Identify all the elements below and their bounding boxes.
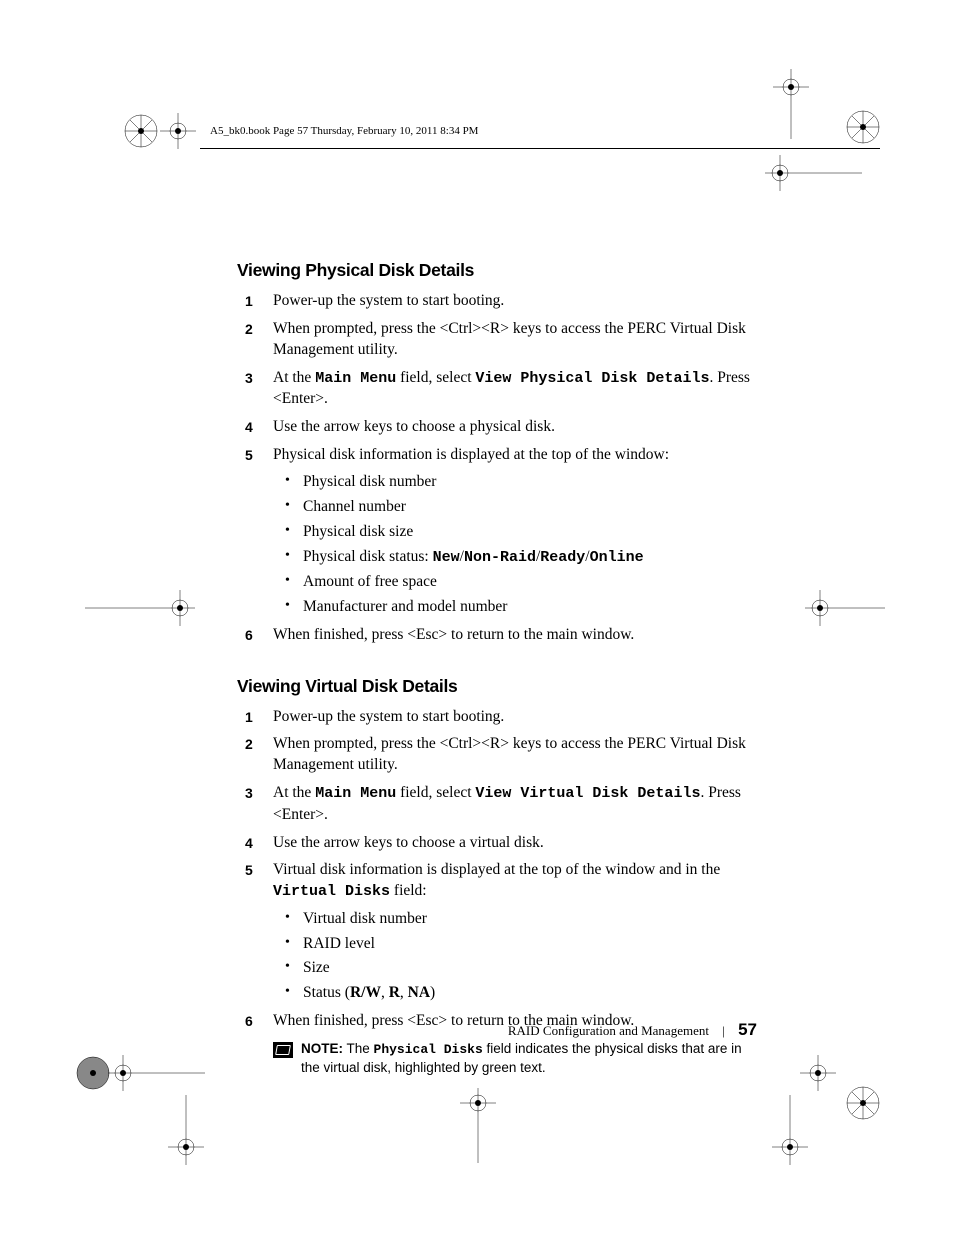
bold-text: NA [408, 984, 430, 1001]
step: Power-up the system to start booting. [267, 291, 757, 312]
text: The [343, 1041, 374, 1056]
sub-item: RAID level [303, 934, 757, 955]
step: At the Main Menu field, select View Phys… [267, 368, 757, 410]
bold-text: R [389, 984, 400, 1001]
sub-item: Physical disk number [303, 472, 757, 493]
mono-text: Non-Raid [464, 549, 536, 566]
text: Physical disk information is displayed a… [273, 446, 669, 463]
mono-text: New [433, 549, 460, 566]
sub-item: Status (R/W, R, NA) [303, 983, 757, 1004]
mono-text: Main Menu [315, 785, 396, 802]
page-content: Viewing Physical Disk Details Power-up t… [237, 260, 757, 1077]
crop-mark-bottom-left-star [75, 1055, 111, 1091]
bold-text: R/W [350, 984, 381, 1001]
step: Virtual disk information is displayed at… [267, 860, 757, 1004]
text: Virtual disk information is displayed at… [273, 861, 720, 878]
step: Use the arrow keys to choose a physical … [267, 417, 757, 438]
text: field, select [396, 369, 475, 386]
crop-mark-mid-right [805, 590, 885, 626]
text: , [400, 984, 408, 1001]
crop-mark-top-right-cross [773, 69, 809, 139]
crop-mark-top-left-star [123, 113, 159, 149]
sub-item: Size [303, 958, 757, 979]
crop-mark-top-left-cross [160, 113, 196, 149]
sub-list: Virtual disk number RAID level Size Stat… [273, 909, 757, 1005]
mono-text: Ready [540, 549, 585, 566]
steps-virtual: Power-up the system to start booting. Wh… [237, 707, 757, 1033]
footer-sep: | [722, 1023, 725, 1038]
step: Use the arrow keys to choose a virtual d… [267, 833, 757, 854]
sub-item: Channel number [303, 497, 757, 518]
page-footer: RAID Configuration and Management | 57 [237, 1020, 757, 1040]
crop-mark-bottom-mid [460, 1088, 496, 1168]
mono-text: View Physical Disk Details [475, 370, 709, 387]
crop-mark-top-right-star [845, 109, 881, 145]
step: Power-up the system to start booting. [267, 707, 757, 728]
step: When finished, press <Esc> to return to … [267, 625, 757, 646]
mono-text: Physical Disks [374, 1042, 483, 1057]
text: field, select [396, 784, 475, 801]
note-text: NOTE: The Physical Disks field indicates… [301, 1040, 757, 1077]
sub-item: Physical disk size [303, 522, 757, 543]
crop-mark-top-right-cross2 [765, 155, 865, 191]
step: Physical disk information is displayed a… [267, 445, 757, 618]
section-title-virtual: Viewing Virtual Disk Details [237, 676, 757, 697]
crop-mark-bottom-right-cross2 [772, 1095, 808, 1165]
sub-item: Physical disk status: New/Non-Raid/Ready… [303, 547, 757, 568]
crop-mark-mid-left [85, 590, 195, 626]
header-rule [200, 148, 880, 149]
note-block: NOTE: The Physical Disks field indicates… [273, 1040, 757, 1077]
crop-mark-bottom-right-cross [800, 1055, 836, 1091]
text: At the [273, 784, 315, 801]
crop-mark-bottom-left-cross [108, 1055, 208, 1091]
note-label: NOTE: [301, 1041, 343, 1056]
book-header: A5_bk0.book Page 57 Thursday, February 1… [210, 125, 478, 137]
sub-list: Physical disk number Channel number Phys… [273, 472, 757, 618]
crop-mark-bottom-left-cross2 [168, 1095, 204, 1165]
footer-text: RAID Configuration and Management [508, 1023, 709, 1038]
text: , [381, 984, 389, 1001]
note-icon [273, 1042, 293, 1058]
crop-mark-bottom-right-star [845, 1085, 881, 1121]
step: When prompted, press the <Ctrl><R> keys … [267, 319, 757, 361]
sub-item: Virtual disk number [303, 909, 757, 930]
page-number: 57 [738, 1020, 757, 1039]
steps-physical: Power-up the system to start booting. Wh… [237, 291, 757, 646]
step: At the Main Menu field, select View Virt… [267, 783, 757, 825]
mono-text: Virtual Disks [273, 883, 390, 900]
text: Physical disk status: [303, 548, 433, 565]
text: Status ( [303, 984, 350, 1001]
section-title-physical: Viewing Physical Disk Details [237, 260, 757, 281]
sub-item: Manufacturer and model number [303, 597, 757, 618]
mono-text: View Virtual Disk Details [475, 785, 700, 802]
mono-text: Online [590, 549, 644, 566]
text: field: [390, 882, 427, 899]
sub-item: Amount of free space [303, 572, 757, 593]
text: ) [430, 984, 435, 1001]
step: When prompted, press the <Ctrl><R> keys … [267, 734, 757, 776]
text: At the [273, 369, 315, 386]
mono-text: Main Menu [315, 370, 396, 387]
